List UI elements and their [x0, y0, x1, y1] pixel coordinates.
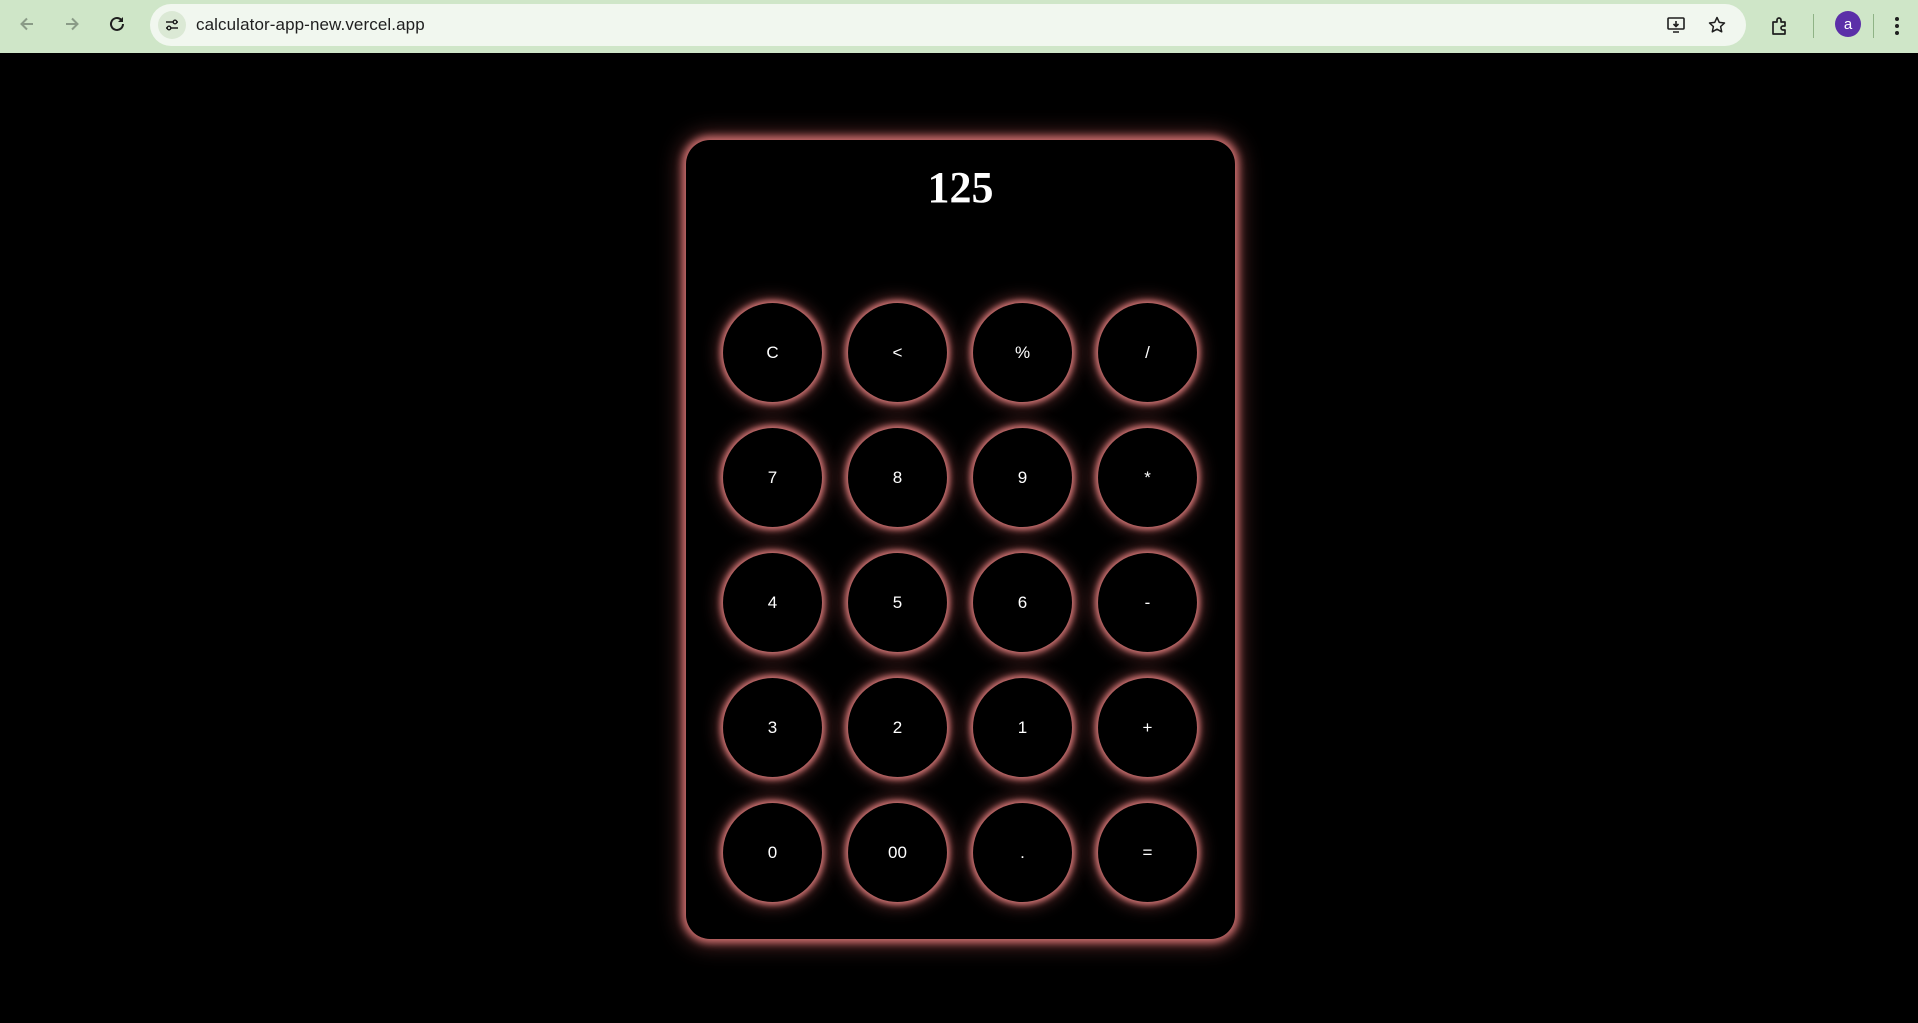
site-info-icon — [166, 19, 178, 31]
key-backspace[interactable]: < — [848, 303, 947, 402]
key-multiply[interactable]: * — [1098, 428, 1197, 527]
toolbar-divider — [1873, 14, 1874, 38]
toolbar-divider — [1813, 14, 1814, 38]
key-equals[interactable]: = — [1098, 803, 1197, 902]
key-8[interactable]: 8 — [848, 428, 947, 527]
avatar-letter: a — [1843, 15, 1853, 33]
back-arrow-icon — [20, 17, 33, 31]
key-7[interactable]: 7 — [723, 428, 822, 527]
key-percent[interactable]: % — [973, 303, 1072, 402]
menu-kebab-icon — [1895, 17, 1899, 35]
profile-avatar[interactable]: a — [1835, 11, 1861, 37]
key-1[interactable]: 1 — [973, 678, 1072, 777]
key-clear[interactable]: C — [723, 303, 822, 402]
key-add[interactable]: + — [1098, 678, 1197, 777]
reload-button[interactable] — [99, 6, 135, 42]
key-divide[interactable]: / — [1098, 303, 1197, 402]
key-4[interactable]: 4 — [723, 553, 822, 652]
key-00[interactable]: 00 — [848, 803, 947, 902]
keypad: C < % / 7 8 9 * 4 5 6 - 3 2 1 + 0 00 . = — [723, 303, 1197, 902]
key-6[interactable]: 6 — [973, 553, 1072, 652]
browser-menu-button[interactable] — [1880, 9, 1914, 43]
bookmark-star-icon — [1708, 16, 1726, 33]
key-2[interactable]: 2 — [848, 678, 947, 777]
install-app-button[interactable] — [1662, 11, 1690, 39]
page-viewport: 125 C < % / 7 8 9 * 4 5 6 - 3 2 1 + 0 00… — [0, 53, 1918, 1023]
url-text[interactable]: calculator-app-new.vercel.app — [196, 15, 425, 35]
install-app-icon — [1667, 17, 1685, 33]
bookmark-button[interactable] — [1703, 11, 1731, 39]
back-button[interactable] — [9, 6, 45, 42]
calculator-display: 125 — [927, 163, 994, 212]
key-5[interactable]: 5 — [848, 553, 947, 652]
extensions-icon — [1772, 17, 1786, 35]
key-3[interactable]: 3 — [723, 678, 822, 777]
extensions-button[interactable] — [1763, 9, 1797, 43]
address-bar[interactable]: calculator-app-new.vercel.app — [150, 4, 1746, 46]
site-info-button[interactable] — [158, 11, 186, 39]
key-9[interactable]: 9 — [973, 428, 1072, 527]
key-decimal[interactable]: . — [973, 803, 1072, 902]
key-subtract[interactable]: - — [1098, 553, 1197, 652]
reload-icon — [110, 16, 124, 31]
browser-toolbar: calculator-app-new.vercel.app a — [0, 0, 1918, 53]
forward-arrow-icon — [66, 17, 79, 31]
key-0[interactable]: 0 — [723, 803, 822, 902]
forward-button[interactable] — [54, 6, 90, 42]
calculator: 125 C < % / 7 8 9 * 4 5 6 - 3 2 1 + 0 00… — [686, 140, 1235, 939]
